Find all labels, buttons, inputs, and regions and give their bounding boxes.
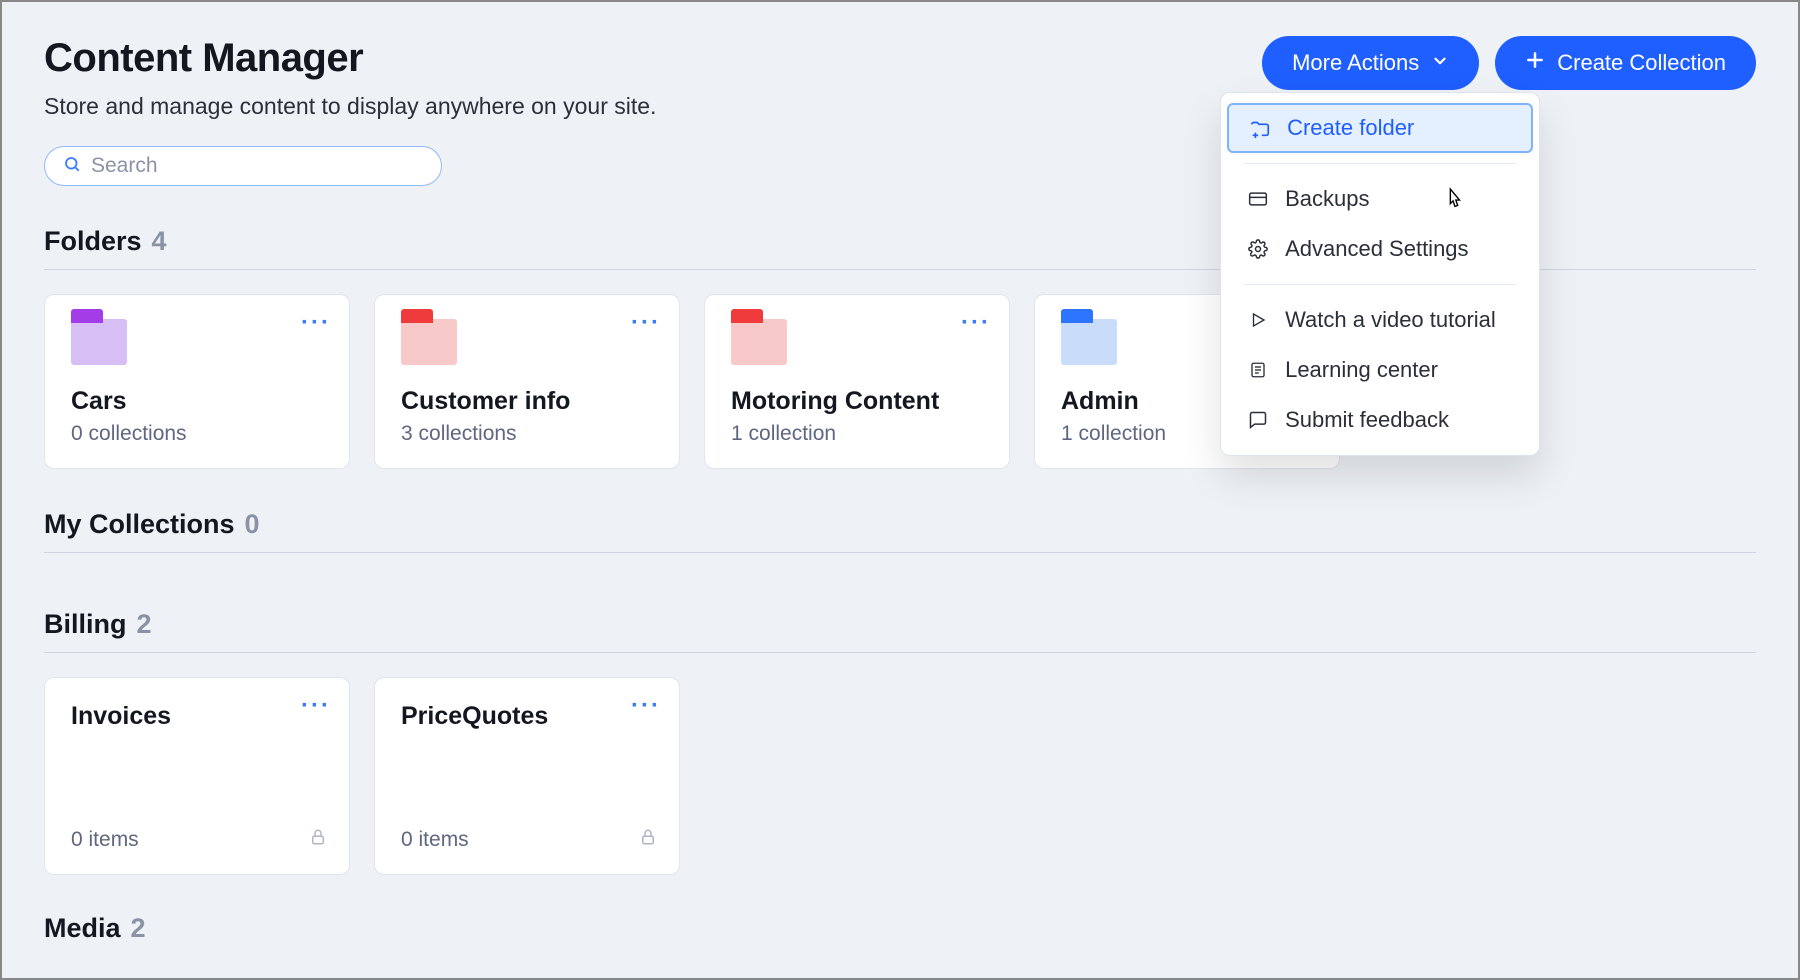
menu-item-label: Watch a video tutorial	[1285, 307, 1496, 333]
plus-icon	[1525, 50, 1545, 76]
section-label: Billing	[44, 609, 127, 640]
menu-divider	[1245, 284, 1515, 285]
folder-icon	[731, 319, 787, 365]
collection-name: Invoices	[71, 702, 323, 731]
more-icon[interactable]: ···	[301, 694, 331, 718]
section-label: Folders	[44, 226, 142, 257]
menu-item-watch-tutorial[interactable]: Watch a video tutorial	[1221, 295, 1539, 345]
chat-icon	[1247, 410, 1269, 430]
folder-icon	[401, 319, 457, 365]
menu-item-advanced-settings[interactable]: Advanced Settings	[1221, 224, 1539, 274]
folder-card-cars[interactable]: ··· Cars 0 collections	[44, 294, 350, 469]
more-icon[interactable]: ···	[301, 311, 331, 335]
folder-name: Motoring Content	[731, 387, 983, 416]
more-icon[interactable]: ···	[631, 694, 661, 718]
play-icon	[1247, 311, 1269, 329]
folder-icon	[71, 319, 127, 365]
create-collection-label: Create Collection	[1557, 50, 1726, 76]
menu-divider	[1245, 163, 1515, 164]
section-count: 2	[131, 913, 146, 944]
folder-card-customer-info[interactable]: ··· Customer info 3 collections	[374, 294, 680, 469]
menu-item-submit-feedback[interactable]: Submit feedback	[1221, 395, 1539, 445]
billing-row: ··· Invoices 0 items ··· PriceQuotes 0 i…	[44, 677, 1756, 875]
folder-sub: 1 collection	[731, 422, 983, 446]
more-actions-dropdown: Create folder Backups Advanced Settings	[1220, 92, 1540, 456]
folder-sub: 3 collections	[401, 422, 653, 446]
folder-name: Customer info	[401, 387, 653, 416]
section-label: My Collections	[44, 509, 235, 540]
menu-item-label: Advanced Settings	[1285, 236, 1468, 262]
folder-plus-icon	[1249, 118, 1271, 138]
menu-item-learning-center[interactable]: Learning center	[1221, 345, 1539, 395]
search-input[interactable]	[91, 154, 423, 178]
search-field[interactable]	[44, 146, 442, 186]
search-icon	[63, 155, 81, 178]
section-divider	[44, 552, 1756, 553]
page-title: Content Manager	[44, 36, 656, 81]
menu-item-label: Submit feedback	[1285, 407, 1449, 433]
section-count: 0	[245, 509, 260, 540]
gear-icon	[1247, 239, 1269, 259]
lock-icon	[639, 827, 657, 852]
folder-card-motoring-content[interactable]: ··· Motoring Content 1 collection	[704, 294, 1010, 469]
section-header-my-collections: My Collections 0	[44, 509, 1756, 540]
window-icon	[1247, 190, 1269, 208]
document-icon	[1247, 360, 1269, 380]
section-header-billing: Billing 2	[44, 609, 1756, 640]
more-icon[interactable]: ···	[631, 311, 661, 335]
section-divider	[44, 652, 1756, 653]
create-collection-button[interactable]: Create Collection	[1495, 36, 1756, 90]
collection-card-pricequotes[interactable]: ··· PriceQuotes 0 items	[374, 677, 680, 875]
folder-sub: 0 collections	[71, 422, 323, 446]
section-count: 4	[152, 226, 167, 257]
lock-icon	[309, 827, 327, 852]
section-count: 2	[137, 609, 152, 640]
folder-icon	[1061, 319, 1117, 365]
page-subtitle: Store and manage content to display anyw…	[44, 93, 656, 120]
menu-item-create-folder[interactable]: Create folder	[1227, 103, 1533, 153]
menu-item-backups[interactable]: Backups	[1221, 174, 1539, 224]
section-header-media: Media 2	[44, 913, 1756, 944]
menu-item-label: Create folder	[1287, 115, 1414, 141]
folder-name: Cars	[71, 387, 323, 416]
more-actions-label: More Actions	[1292, 50, 1419, 76]
collection-card-invoices[interactable]: ··· Invoices 0 items	[44, 677, 350, 875]
collection-sub: 0 items	[71, 828, 323, 852]
page-header: Content Manager Store and manage content…	[44, 36, 1756, 120]
chevron-down-icon	[1431, 50, 1449, 76]
header-actions: More Actions Create Collection Create fo…	[1262, 36, 1756, 90]
more-actions-button[interactable]: More Actions	[1262, 36, 1479, 90]
menu-item-label: Backups	[1285, 186, 1369, 212]
menu-item-label: Learning center	[1285, 357, 1438, 383]
collection-sub: 0 items	[401, 828, 653, 852]
collection-name: PriceQuotes	[401, 702, 653, 731]
more-icon[interactable]: ···	[961, 311, 991, 335]
header-left: Content Manager Store and manage content…	[44, 36, 656, 120]
section-label: Media	[44, 913, 121, 944]
